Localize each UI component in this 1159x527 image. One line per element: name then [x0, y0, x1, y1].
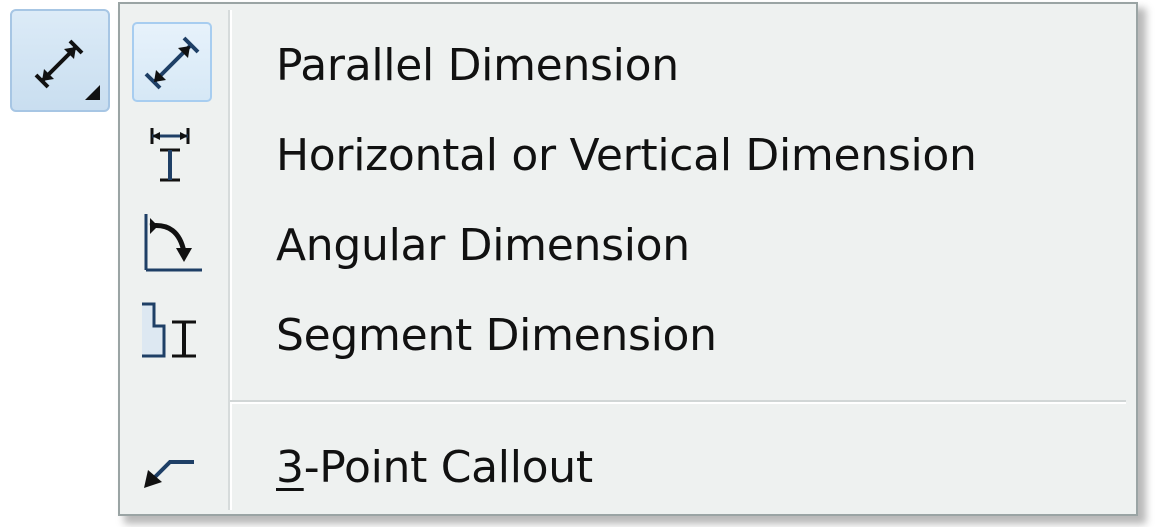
- three-point-callout-icon: [144, 460, 194, 488]
- mnemonic-key: 3: [276, 442, 304, 493]
- menu-separator: [230, 400, 1126, 404]
- menu-item-label: Parallel Dimension: [276, 40, 679, 91]
- segment-dimension-icon: [142, 302, 196, 358]
- icon-frame: [132, 202, 212, 282]
- menu-item-label: Segment Dimension: [276, 310, 717, 361]
- menu-item-label: Angular Dimension: [276, 220, 690, 271]
- menu-item-label: Horizontal or Vertical Dimension: [276, 130, 977, 181]
- label-rest: -Point Callout: [303, 442, 593, 493]
- menu-item-label: 3-Point Callout: [276, 440, 593, 496]
- horizontal-vertical-dimension-icon: [150, 128, 190, 182]
- parallel-dimension-icon: [34, 39, 84, 89]
- icon-frame: [132, 292, 212, 372]
- dimension-flyout-menu: Parallel Dimension Horizontal or Vertica…: [118, 2, 1138, 516]
- checked-icon-frame: [132, 22, 212, 102]
- menu-item-three-point-callout[interactable]: 3-Point Callout: [128, 416, 1126, 504]
- parallel-dimension-icon: [144, 36, 200, 90]
- screenshot-stage: Parallel Dimension Horizontal or Vertica…: [0, 0, 1159, 527]
- icon-frame: [132, 424, 212, 504]
- icon-frame: [132, 112, 212, 192]
- dimension-tool-button[interactable]: [10, 9, 110, 112]
- menu-item-horizontal-vertical-dimension[interactable]: Horizontal or Vertical Dimension: [128, 104, 1126, 192]
- menu-item-angular-dimension[interactable]: Angular Dimension: [128, 194, 1126, 282]
- menu-item-segment-dimension[interactable]: Segment Dimension: [128, 284, 1126, 372]
- menu-item-parallel-dimension[interactable]: Parallel Dimension: [128, 14, 1126, 102]
- flyout-arrow-icon: [85, 85, 100, 100]
- angular-dimension-icon: [144, 214, 202, 272]
